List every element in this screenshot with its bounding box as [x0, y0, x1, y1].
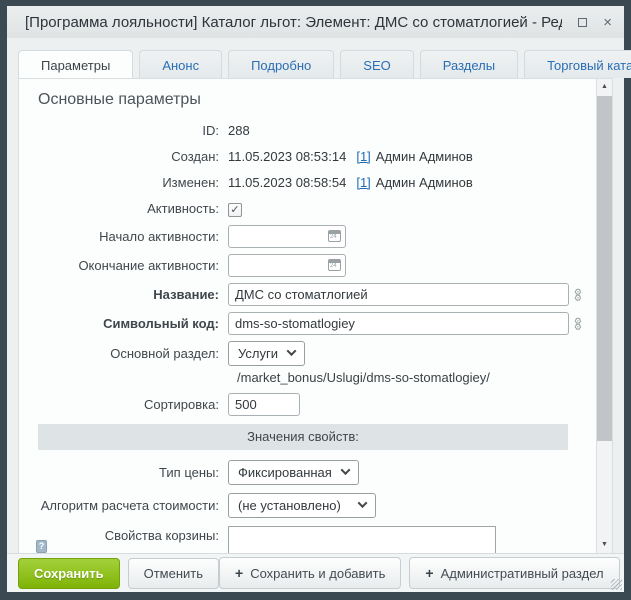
- modified-user-link[interactable]: [1]: [356, 173, 370, 193]
- activity-start-wrap: [228, 225, 346, 248]
- element-form: ID: 288 Создан: 11.05.2023 08:53:14 [1] …: [36, 121, 582, 553]
- code-label: Символьный код:: [36, 314, 228, 334]
- sort-label: Сортировка:: [36, 395, 228, 415]
- active-label: Активность:: [36, 199, 228, 219]
- translit-settings-icon[interactable]: ⚙⚙: [574, 289, 582, 301]
- modified-label: Изменен:: [36, 173, 228, 193]
- dialog-window: { "window": { "title": "[Программа лояль…: [0, 0, 631, 600]
- created-datetime: 11.05.2023 08:53:14: [228, 147, 346, 167]
- field-row-basket-props: ? Свойства корзины: пользователь:: [36, 526, 582, 553]
- calendar-icon[interactable]: [328, 230, 341, 242]
- admin-section-label: Административный раздел: [441, 566, 604, 581]
- calendar-icon[interactable]: [328, 259, 341, 271]
- content-panel: Основные параметры ID: 288 Создан: 11.05…: [18, 78, 613, 553]
- basket-props-label-wrap: ? Свойства корзины: пользователь:: [36, 526, 228, 553]
- admin-section-button[interactable]: + Административный раздел: [409, 557, 619, 589]
- code-input[interactable]: [228, 312, 569, 335]
- main-section-selected: Услуги: [238, 346, 278, 361]
- window-body: Параметры Анонс Подробно SEO Разделы Тор…: [7, 38, 624, 592]
- page-title: Основные параметры: [36, 89, 582, 109]
- activity-end-label: Окончание активности:: [36, 256, 228, 276]
- basket-props-label: Свойства корзины: пользователь:: [51, 526, 219, 553]
- calc-algorithm-label: Алгоритм расчета стоимости:: [36, 496, 228, 516]
- tab-catalog[interactable]: Торговый каталог: [524, 50, 631, 78]
- titlebar[interactable]: [Программа лояльности] Каталог льгот: Эл…: [7, 6, 624, 38]
- plus-icon: +: [235, 565, 243, 581]
- scroll-down-icon[interactable]: ▼: [597, 537, 612, 553]
- field-row-modified: Изменен: 11.05.2023 08:58:54 [1] Админ А…: [36, 173, 582, 193]
- created-value: 11.05.2023 08:53:14 [1] Админ Админов: [228, 147, 473, 167]
- price-type-select[interactable]: Фиксированная: [228, 460, 359, 485]
- main-section-label: Основной раздел:: [36, 344, 228, 364]
- active-checkbox[interactable]: ✓: [228, 203, 242, 217]
- footer-bar: Сохранить Отменить + Сохранить и добавит…: [7, 553, 624, 592]
- tab-parameters[interactable]: Параметры: [18, 50, 133, 78]
- calc-algorithm-selected: (не установлено): [238, 498, 341, 513]
- created-user-name: Админ Админов: [376, 147, 473, 167]
- save-and-add-label: Сохранить и добавить: [250, 566, 385, 581]
- field-row-main-section: Основной раздел: Услуги: [36, 341, 582, 366]
- basket-props-textarea[interactable]: [228, 526, 496, 553]
- plus-icon: +: [425, 565, 433, 581]
- maximize-icon[interactable]: [578, 18, 587, 27]
- footer-right-group: + Сохранить и добавить + Административны…: [219, 557, 620, 589]
- field-row-sort: Сортировка:: [36, 393, 582, 416]
- name-input[interactable]: [228, 283, 569, 306]
- created-user-link[interactable]: [1]: [356, 147, 370, 167]
- modified-datetime: 11.05.2023 08:58:54: [228, 173, 346, 193]
- modified-value: 11.05.2023 08:58:54 [1] Админ Админов: [228, 173, 473, 193]
- vertical-scrollbar[interactable]: ▲ ▼: [596, 79, 612, 553]
- modified-user-name: Админ Админов: [376, 173, 473, 193]
- tab-detail[interactable]: Подробно: [228, 50, 334, 78]
- scrollbar-thumb[interactable]: [597, 96, 612, 441]
- id-label: ID:: [36, 121, 228, 141]
- tab-bar: Параметры Анонс Подробно SEO Разделы Тор…: [18, 50, 631, 78]
- price-type-selected: Фиксированная: [238, 465, 332, 480]
- resize-gripper[interactable]: [611, 579, 622, 590]
- close-icon[interactable]: ×: [603, 18, 612, 27]
- chevron-down-icon: [287, 346, 297, 356]
- field-row-active: Активность: ✓: [36, 199, 582, 219]
- sort-input[interactable]: [228, 393, 300, 416]
- field-row-code: Символьный код: ⚙⚙: [36, 312, 582, 335]
- field-row-calc-algorithm: Алгоритм расчета стоимости: (не установл…: [36, 493, 582, 518]
- activity-end-wrap: [228, 254, 346, 277]
- id-value: 288: [228, 121, 250, 141]
- field-row-price-type: Тип цены: Фиксированная: [36, 460, 582, 485]
- section-path: /market_bonus/Uslugi/dms-so-stomatlogiey…: [237, 370, 582, 385]
- chevron-down-icon: [340, 465, 350, 475]
- tab-announce[interactable]: Анонс: [139, 50, 222, 78]
- field-row-name: Название: ⚙⚙: [36, 283, 582, 306]
- tab-seo[interactable]: SEO: [340, 50, 413, 78]
- created-label: Создан:: [36, 147, 228, 167]
- field-row-activity-end: Окончание активности:: [36, 254, 582, 277]
- help-icon[interactable]: ?: [36, 540, 47, 553]
- save-button[interactable]: Сохранить: [18, 558, 120, 589]
- save-and-add-button[interactable]: + Сохранить и добавить: [219, 557, 401, 589]
- field-row-activity-start: Начало активности:: [36, 225, 582, 248]
- cancel-button[interactable]: Отменить: [128, 558, 219, 589]
- field-row-id: ID: 288: [36, 121, 582, 141]
- chevron-down-icon: [358, 498, 368, 508]
- field-row-created: Создан: 11.05.2023 08:53:14 [1] Админ Ад…: [36, 147, 582, 167]
- activity-start-label: Начало активности:: [36, 227, 228, 247]
- window-title: [Программа лояльности] Каталог льгот: Эл…: [25, 14, 562, 31]
- tab-sections[interactable]: Разделы: [420, 50, 518, 78]
- main-section-select[interactable]: Услуги: [228, 341, 305, 366]
- properties-section-bar: Значения свойств:: [38, 424, 568, 450]
- calc-algorithm-select[interactable]: (не установлено): [228, 493, 376, 518]
- name-label: Название:: [36, 285, 228, 305]
- price-type-label: Тип цены:: [36, 463, 228, 483]
- scroll-up-icon[interactable]: ▲: [597, 79, 612, 95]
- translit-settings-icon[interactable]: ⚙⚙: [574, 318, 582, 330]
